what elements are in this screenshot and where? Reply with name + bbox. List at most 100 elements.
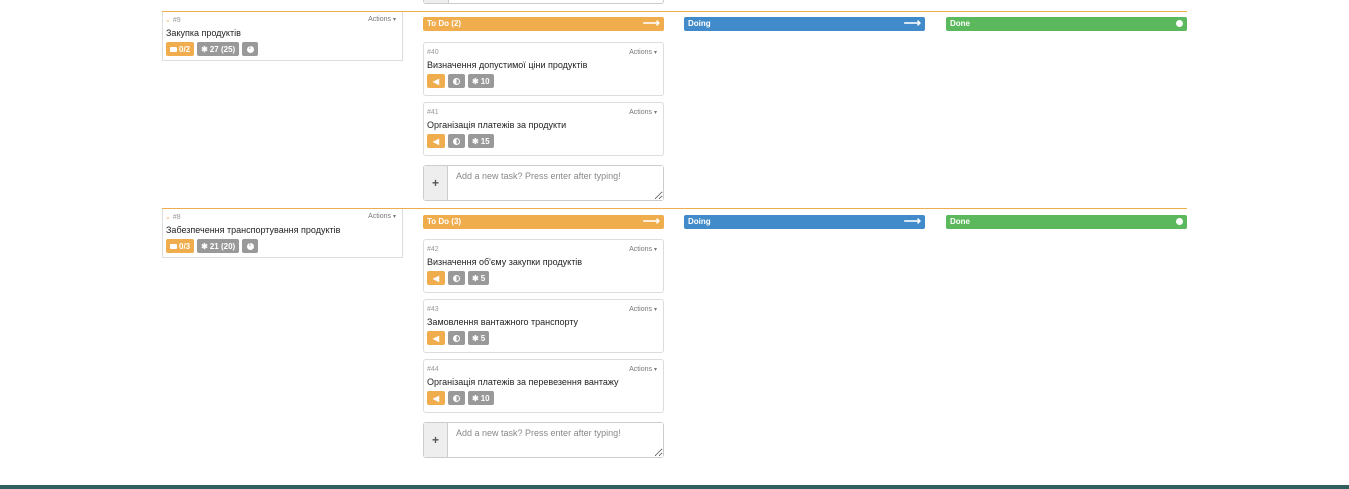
caret-down-icon: ▾: [653, 307, 657, 313]
task-actions-menu[interactable]: Actions ▾: [629, 246, 657, 253]
task-number: #43: [427, 306, 439, 313]
move-left-button[interactable]: ◀: [427, 134, 445, 148]
task-title[interactable]: Визначення об'єму закупки продуктів: [427, 257, 582, 267]
points-value: 21 (20): [209, 241, 236, 251]
points-value: 27 (25): [209, 44, 236, 54]
move-left-button[interactable]: ◀: [427, 331, 445, 345]
tasks-icon: [170, 46, 177, 52]
triangle-left-icon: ◀: [432, 136, 440, 146]
move-left-button[interactable]: ◀: [427, 391, 445, 405]
info-badge[interactable]: [242, 42, 259, 56]
tasks-progress-value: 0/3: [179, 241, 191, 251]
actions-label: Actions: [629, 109, 653, 116]
footer-bar: [0, 485, 1349, 489]
column-header-todo: To Do (2) ⟶: [423, 17, 664, 31]
task-points-badge[interactable]: ✱ 5: [468, 331, 490, 345]
column-done-label: Done: [950, 19, 970, 28]
caret-down-icon: ▾: [653, 367, 657, 373]
story-toggle[interactable]: ⌄ #9: [165, 16, 181, 24]
task-points-badge[interactable]: ✱ 10: [468, 391, 494, 405]
arrow-right-icon[interactable]: ⟶: [904, 215, 921, 228]
exclamation-icon: [246, 241, 254, 250]
arrow-right-icon[interactable]: ⟶: [643, 17, 660, 30]
task-points-value: 15: [480, 136, 490, 146]
task-actions-menu[interactable]: Actions ▾: [629, 109, 657, 116]
move-left-button[interactable]: ◀: [427, 271, 445, 285]
half-circle-icon: [453, 394, 460, 402]
status-button[interactable]: [448, 74, 465, 88]
task-title[interactable]: Замовлення вантажного транспорту: [427, 317, 578, 327]
story-number: #9: [172, 17, 181, 24]
status-button[interactable]: [448, 271, 465, 285]
half-circle-icon: [453, 334, 460, 342]
task-number: #40: [427, 49, 439, 56]
actions-label: Actions: [368, 16, 392, 23]
task-points-value: 5: [480, 273, 486, 283]
column-header-doing: Doing ⟶: [684, 215, 925, 229]
status-button[interactable]: [448, 134, 465, 148]
arrow-right-icon[interactable]: ⟶: [904, 17, 921, 30]
task-title[interactable]: Організація платежів за продукти: [427, 120, 566, 130]
task-actions-menu[interactable]: Actions ▾: [629, 49, 657, 56]
status-button[interactable]: [448, 331, 465, 345]
points-badge[interactable]: ✱ 27 (25): [197, 42, 240, 56]
task-number: #44: [427, 366, 439, 373]
task-points-value: 10: [480, 76, 490, 86]
points-badge[interactable]: ✱ 21 (20): [197, 239, 240, 253]
previous-add-task-box: [423, 0, 664, 4]
actions-label: Actions: [629, 49, 653, 56]
story-number: #8: [172, 214, 181, 221]
task-card[interactable]: #44 Actions ▾ Організація платежів за пе…: [423, 359, 664, 413]
story-actions-menu[interactable]: Actions ▾: [368, 213, 396, 220]
tasks-progress-badge[interactable]: 0/3: [166, 239, 195, 253]
caret-down-icon: ▾: [653, 50, 657, 56]
move-left-button[interactable]: ◀: [427, 74, 445, 88]
arrow-right-icon[interactable]: ⟶: [643, 215, 660, 228]
tasks-progress-value: 0/2: [179, 44, 191, 54]
actions-label: Actions: [368, 213, 392, 220]
add-task-box: +: [423, 422, 664, 458]
column-done-label: Done: [950, 217, 970, 226]
task-card[interactable]: #42 Actions ▾ Визначення об'єму закупки …: [423, 239, 664, 293]
task-points-badge[interactable]: ✱ 5: [468, 271, 490, 285]
plus-icon[interactable]: +: [424, 423, 448, 457]
add-task-input[interactable]: [449, 423, 663, 457]
task-title[interactable]: Організація платежів за перевезення вант…: [427, 377, 619, 387]
column-header-doing: Doing ⟶: [684, 17, 925, 31]
task-card[interactable]: #40 Actions ▾ Визначення допустимої ціни…: [423, 42, 664, 96]
asterisk-icon: ✱: [472, 273, 479, 283]
task-points-badge[interactable]: ✱ 15: [468, 134, 494, 148]
asterisk-icon: ✱: [472, 393, 479, 403]
status-button[interactable]: [448, 391, 465, 405]
caret-down-icon: ▾: [653, 247, 657, 253]
add-task-input[interactable]: [449, 166, 663, 200]
info-badge[interactable]: [242, 239, 259, 253]
task-title[interactable]: Визначення допустимої ціни продуктів: [427, 60, 587, 70]
story-title[interactable]: Закупка продуктів: [163, 28, 402, 40]
task-actions-menu[interactable]: Actions ▾: [629, 306, 657, 313]
column-doing-label: Doing: [688, 19, 711, 28]
caret-down-icon: ▾: [653, 110, 657, 116]
actions-label: Actions: [629, 246, 653, 253]
story-actions-menu[interactable]: Actions ▾: [368, 16, 396, 23]
task-card[interactable]: #41 Actions ▾ Організація платежів за пр…: [423, 102, 664, 156]
story-toggle[interactable]: ⌄ #8: [165, 213, 181, 221]
story-card[interactable]: ⌄ #9 Actions ▾ Закупка продуктів 0/2 ✱ 27 …: [162, 12, 403, 61]
chevron-down-icon[interactable]: ⌄: [165, 17, 171, 24]
circle-icon[interactable]: [1176, 20, 1183, 27]
asterisk-icon: ✱: [201, 44, 208, 54]
half-circle-icon: [453, 77, 460, 85]
actions-label: Actions: [629, 366, 653, 373]
task-card[interactable]: #43 Actions ▾ Замовлення вантажного тран…: [423, 299, 664, 353]
story-card[interactable]: ⌄ #8 Actions ▾ Забезпечення транспортуван…: [162, 209, 403, 258]
task-points-badge[interactable]: ✱ 10: [468, 74, 494, 88]
task-points-value: 10: [480, 393, 490, 403]
task-number: #42: [427, 246, 439, 253]
plus-icon[interactable]: +: [424, 166, 448, 200]
tasks-progress-badge[interactable]: 0/2: [166, 42, 195, 56]
story-title[interactable]: Забезпечення транспортування продуктів: [163, 225, 402, 237]
task-actions-menu[interactable]: Actions ▾: [629, 366, 657, 373]
task-number: #41: [427, 109, 439, 116]
circle-icon[interactable]: [1176, 218, 1183, 225]
chevron-down-icon[interactable]: ⌄: [165, 214, 171, 221]
